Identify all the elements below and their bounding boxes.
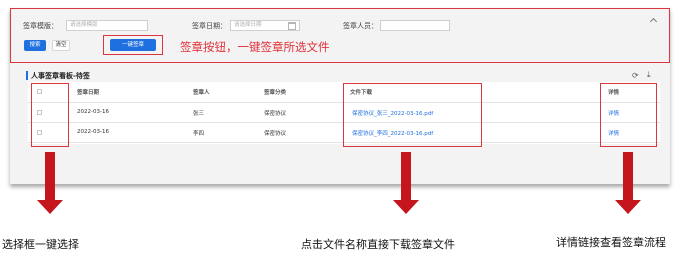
- file-column-highlight: [343, 83, 482, 147]
- column-header-date: 签章日期: [77, 90, 100, 96]
- cell-category: 保密协议: [264, 131, 287, 137]
- column-header-signer: 签章人: [193, 90, 210, 96]
- cell-date: 2022-03-16: [77, 129, 109, 135]
- column-header-category: 签章分类: [264, 90, 287, 96]
- cell-category: 保密协议: [264, 111, 287, 117]
- checkbox-column-highlight: [31, 83, 69, 147]
- download-caption: 点击文件名称直接下载签章文件: [301, 238, 455, 251]
- cell-date: 2022-03-16: [77, 109, 109, 115]
- download-icon[interactable]: ⤓: [647, 70, 651, 80]
- cell-signer: 李四: [193, 131, 205, 137]
- section-title-marker: [26, 71, 28, 80]
- cell-signer: 张三: [193, 111, 205, 117]
- refresh-icon[interactable]: ⟳: [632, 71, 639, 80]
- filter-area-highlight: [10, 8, 670, 63]
- detail-caption: 详情链接查看签章流程: [556, 236, 666, 249]
- section-title: 人事签章看板-待签: [31, 72, 90, 80]
- detail-column-highlight: [600, 83, 657, 147]
- checkbox-caption: 选择框一键选择: [2, 238, 79, 251]
